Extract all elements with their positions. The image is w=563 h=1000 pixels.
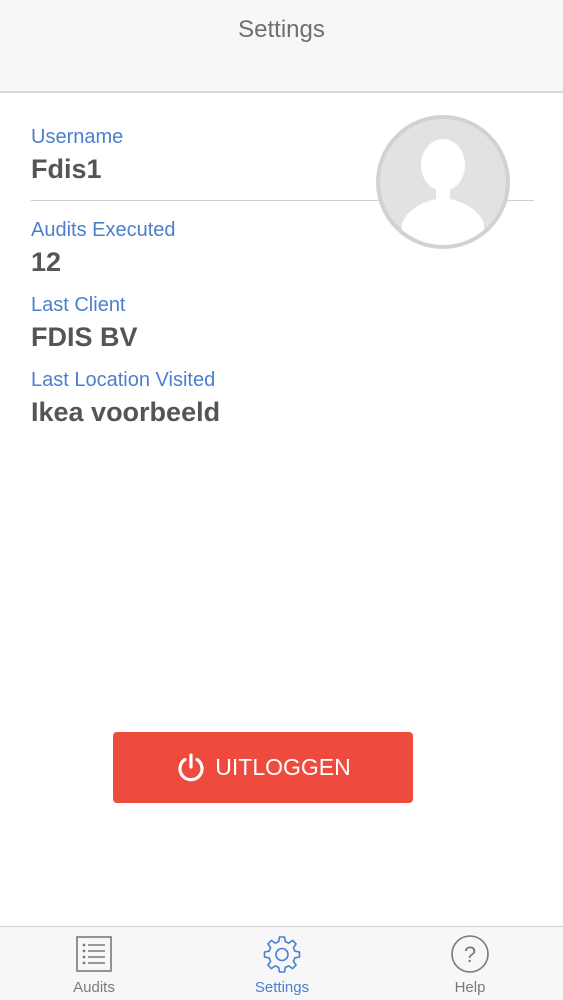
tab-audits[interactable]: Audits [34,927,154,1000]
list-icon [76,936,112,972]
navigation-bar: Settings [0,0,563,93]
logout-label: UITLOGGEN [215,754,351,780]
power-icon [178,752,204,781]
username-label: Username [31,126,124,148]
tab-audits-label: Audits [73,979,115,996]
tab-help[interactable]: ? Help [410,927,530,1000]
last-location-value: Ikea voorbeeld [31,397,221,427]
tab-bar: Audits Settings ? Help [0,926,563,1000]
page-title: Settings [238,16,325,43]
svg-text:?: ? [464,942,476,967]
gear-icon [263,936,301,973]
tab-help-label: Help [454,979,486,996]
settings-screen: Settings Username Fdis1 Audits Executed … [0,0,563,1000]
last-client-label: Last Client [31,294,126,316]
tab-settings[interactable]: Settings [222,927,342,1000]
logout-button[interactable]: UITLOGGEN [113,732,413,803]
user-silhouette-icon [402,139,484,245]
question-icon: ? [451,935,489,973]
avatar [376,115,510,249]
audits-executed-label: Audits Executed [31,219,176,241]
audits-executed-value: 12 [31,247,62,277]
username-value: Fdis1 [31,154,102,184]
tab-settings-label: Settings [254,979,310,996]
last-client-value: FDIS BV [31,322,138,352]
last-location-label: Last Location Visited [31,369,216,391]
